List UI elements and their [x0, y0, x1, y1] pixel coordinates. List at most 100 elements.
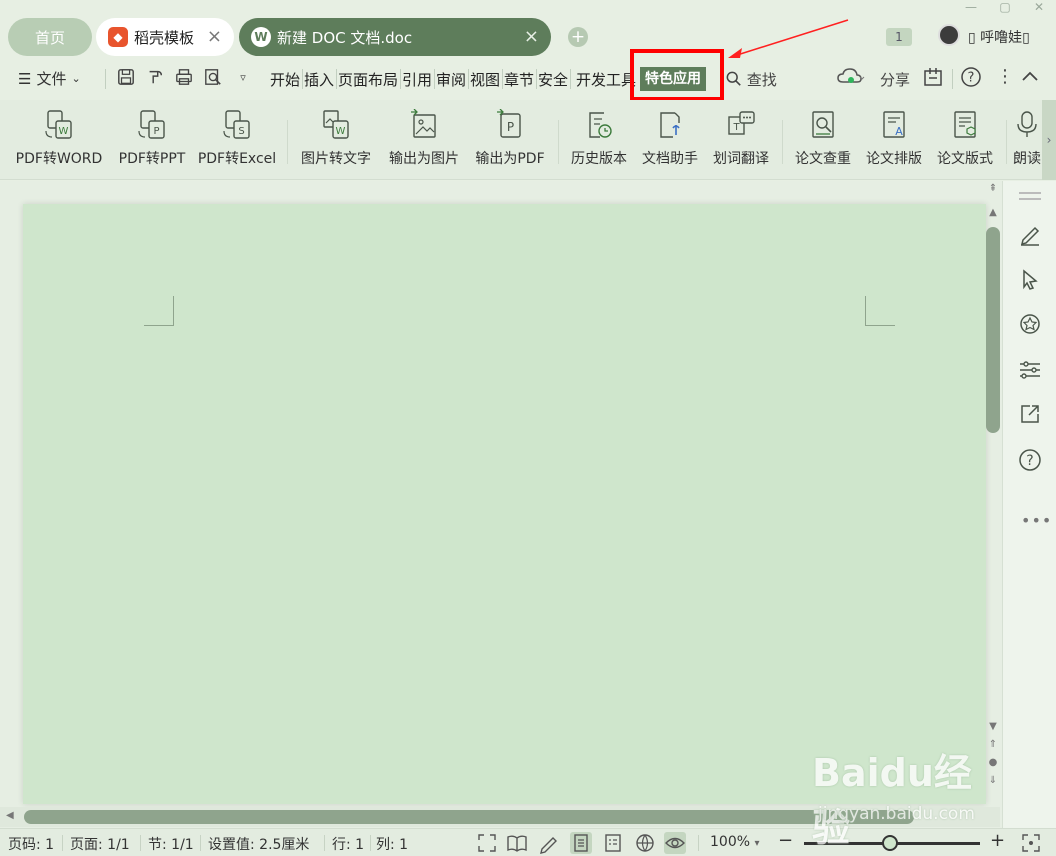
pdf-to-word-icon: W [44, 108, 74, 142]
divider [287, 120, 288, 164]
settings-sliders-icon[interactable] [1017, 357, 1043, 383]
notification-badge[interactable]: 1 [886, 28, 912, 46]
tab-start[interactable]: 开始 [270, 69, 300, 90]
write-mode-icon[interactable] [538, 832, 560, 854]
doc-assistant-button[interactable]: 文档助手 [638, 108, 702, 168]
ribbon-label: 文档助手 [642, 151, 698, 167]
tab-references[interactable]: 引用 [402, 69, 432, 90]
paper-check-icon [808, 108, 838, 142]
export-image-icon [409, 108, 439, 142]
vertical-scrollbar[interactable]: ⇞ ▲ ▼ ⇑ ● ⇓ [984, 181, 1002, 807]
tab-review[interactable]: 审阅 [436, 69, 466, 90]
tab-home[interactable]: 首页 [8, 18, 92, 56]
help-icon[interactable]: ? [1017, 447, 1043, 473]
scroll-left-icon[interactable]: ◀ [6, 810, 14, 821]
tab-document[interactable]: W 新建 DOC 文档.doc × [239, 18, 551, 56]
pdf-to-ppt-button[interactable]: P PDF转PPT [114, 108, 190, 168]
share-export-icon[interactable] [1017, 401, 1043, 427]
chevron-down-icon: ▾ [754, 838, 760, 849]
svg-text:W: W [336, 126, 346, 137]
divider [62, 835, 63, 851]
print-preview-icon[interactable] [203, 68, 223, 88]
document-page[interactable] [23, 204, 986, 804]
web-view-icon[interactable] [634, 832, 656, 854]
paper-format-button[interactable]: 论文版式 [932, 108, 998, 168]
divider [434, 69, 435, 89]
edit-pen-icon[interactable] [1017, 221, 1043, 247]
pdf-to-word-button[interactable]: W PDF转WORD [12, 108, 106, 168]
margin-corner-top-left [144, 296, 174, 326]
eye-protection-icon[interactable] [664, 832, 686, 854]
export-pdf-button[interactable]: P 输出为PDF [470, 108, 550, 168]
fullscreen-icon[interactable] [476, 832, 498, 854]
file-menu[interactable]: ☰ 文件 ⌄ [18, 68, 81, 89]
section-count[interactable]: 节: 1/1 [148, 834, 194, 854]
outline-view-icon[interactable] [602, 832, 624, 854]
page-code[interactable]: 页码: 1 [8, 834, 54, 854]
tab-chapter[interactable]: 章节 [504, 69, 534, 90]
avatar[interactable] [938, 24, 960, 46]
ribbon-label: PDF转WORD [15, 151, 103, 167]
print-icon[interactable] [174, 68, 194, 88]
read-aloud-button[interactable]: 朗读 [1012, 108, 1042, 168]
history-version-button[interactable]: 历史版本 [566, 108, 632, 168]
tab-developer-tools[interactable]: 开发工具 [576, 69, 636, 90]
share-button[interactable]: 分享 [880, 69, 910, 90]
save-icon[interactable] [116, 68, 136, 88]
ribbon-scroll-right-icon[interactable]: › [1042, 100, 1056, 180]
tab-security[interactable]: 安全 [538, 69, 568, 90]
new-tab-button[interactable]: + [568, 27, 588, 47]
reading-mode-icon[interactable] [506, 832, 528, 854]
search-button[interactable]: 查找 [726, 69, 777, 90]
zoom-out-icon[interactable]: − [778, 830, 793, 851]
margin-setting[interactable]: 设置值: 2.5厘米 [208, 834, 309, 854]
format-painter-icon[interactable] [145, 68, 165, 88]
more-vertical-icon[interactable]: ⋮ [996, 66, 1014, 87]
help-icon[interactable]: ? [960, 66, 982, 92]
margin-corner-top-right [865, 296, 895, 326]
drag-handle-icon[interactable] [1019, 192, 1041, 200]
more-horizontal-icon[interactable]: ••• [1021, 511, 1052, 530]
divider [952, 69, 953, 89]
hamburger-icon: ☰ [18, 69, 32, 88]
tab-page-layout[interactable]: 页面布局 [338, 69, 398, 90]
scroll-top-icon[interactable]: ⇞ [984, 183, 1002, 194]
ribbon-label: 图片转文字 [301, 151, 371, 167]
select-cursor-icon[interactable] [1017, 267, 1043, 293]
quick-access-dropdown-icon[interactable]: ▿ [233, 68, 253, 88]
horizontal-scroll-thumb[interactable] [24, 810, 914, 824]
maximize-icon[interactable]: ▢ [988, 0, 1022, 16]
close-window-icon[interactable]: ✕ [1022, 0, 1056, 16]
doc-assistant-icon [655, 108, 685, 142]
row-number[interactable]: 行: 1 [332, 834, 364, 854]
paper-layout-button[interactable]: A 论文排版 [862, 108, 926, 168]
tab-view[interactable]: 视图 [470, 69, 500, 90]
tab-insert[interactable]: 插入 [304, 69, 334, 90]
zoom-dropdown[interactable]: 100% ▾ [710, 834, 760, 850]
close-icon[interactable]: × [207, 28, 222, 46]
export-image-button[interactable]: 输出为图片 [384, 108, 464, 168]
highlight-box [630, 49, 724, 101]
collaboration-icon[interactable] [922, 66, 944, 92]
vertical-scroll-thumb[interactable] [986, 227, 1000, 433]
cloud-sync-icon[interactable] [836, 67, 866, 91]
paper-check-button[interactable]: 论文查重 [790, 108, 856, 168]
translate-button[interactable]: T 划词翻译 [708, 108, 774, 168]
scroll-up-icon[interactable]: ▲ [984, 207, 1002, 218]
style-star-icon[interactable] [1017, 311, 1043, 337]
tab-template[interactable]: ◆ 稻壳模板 × [96, 18, 234, 56]
image-to-text-button[interactable]: W 图片转文字 [296, 108, 376, 168]
user-name[interactable]: ▯ 呼噜娃▯ [968, 27, 1030, 47]
menu-bar: ☰ 文件 ⌄ ▿ 开始 插入 页面布局 引用 审阅 视图 章节 安全 开发工具 … [0, 58, 1056, 100]
column-number[interactable]: 列: 1 [376, 834, 408, 854]
close-icon[interactable]: × [524, 28, 539, 46]
page-view-icon[interactable] [570, 832, 592, 854]
wps-writer-logo-icon: W [251, 27, 271, 47]
divider [502, 69, 503, 89]
collapse-ribbon-icon[interactable] [1020, 67, 1040, 91]
pdf-to-excel-button[interactable]: S PDF转Excel [196, 108, 278, 168]
fit-window-icon[interactable] [1020, 832, 1042, 854]
minimize-icon[interactable]: — [954, 0, 988, 16]
page-count[interactable]: 页面: 1/1 [70, 834, 130, 854]
scroll-down-icon[interactable]: ▼ [984, 721, 1002, 732]
